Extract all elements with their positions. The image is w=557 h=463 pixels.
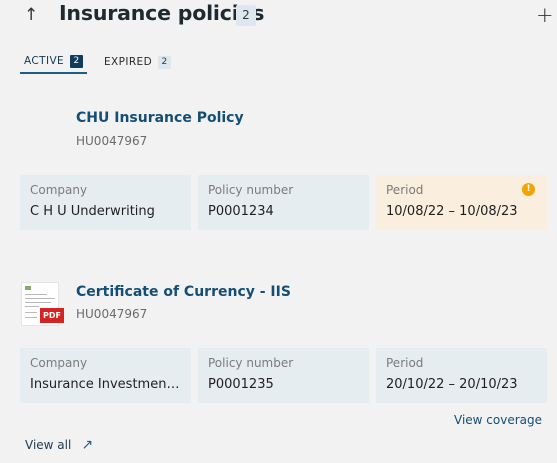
pdf-icon: PDF: [40, 308, 64, 323]
section-header: ↑ Insurance policies 2 +: [0, 0, 557, 32]
tab-expired-count: 2: [158, 55, 172, 69]
view-all-link[interactable]: View all ↗: [25, 437, 93, 453]
policy-number-field: Policy number P0001234: [198, 175, 369, 230]
policy-title-link[interactable]: CHU Insurance Policy: [76, 110, 244, 126]
policy-count-badge: 2: [236, 5, 256, 26]
company-field: Company C H U Underwriting: [20, 175, 191, 230]
period-field: Period 20/10/22 – 20/10/23: [376, 348, 547, 403]
policy-number-label: Policy number: [208, 183, 294, 197]
company-field: Company Insurance Investment Solutions: [20, 348, 191, 403]
pdf-document-thumbnail[interactable]: PDF: [21, 282, 64, 326]
document-logo-icon: [25, 286, 31, 290]
section-title: Insurance policies: [59, 1, 265, 25]
period-label: Period: [386, 183, 424, 197]
policy-title-link[interactable]: Certificate of Currency - IIS: [76, 284, 291, 300]
view-all-label: View all: [25, 438, 72, 452]
tab-active[interactable]: ACTIVE 2: [20, 50, 87, 74]
period-field: Period 10/08/22 – 10/08/23 !: [376, 175, 547, 230]
tab-expired[interactable]: EXPIRED 2: [104, 50, 174, 74]
policy-number-value: P0001235: [208, 377, 274, 392]
company-label: Company: [30, 183, 88, 197]
policy-code: HU0047967: [76, 134, 148, 148]
period-label: Period: [386, 356, 424, 370]
tab-expired-label: EXPIRED: [104, 56, 153, 68]
plus-icon[interactable]: +: [536, 2, 554, 28]
company-value: Insurance Investment Solutions: [30, 377, 181, 392]
view-coverage-link[interactable]: View coverage: [454, 413, 542, 427]
policy-code: HU0047967: [76, 307, 148, 321]
policy-number-field: Policy number P0001235: [198, 348, 369, 403]
tab-active-count: 2: [70, 54, 84, 68]
company-label: Company: [30, 356, 88, 370]
arrow-up-icon[interactable]: ↑: [24, 4, 44, 26]
policy-number-value: P0001234: [208, 204, 274, 219]
company-value: C H U Underwriting: [30, 204, 155, 219]
warning-icon[interactable]: !: [522, 183, 535, 196]
period-value: 20/10/22 – 20/10/23: [386, 377, 518, 392]
tab-active-label: ACTIVE: [24, 55, 65, 67]
arrow-up-right-icon: ↗: [81, 437, 94, 453]
policy-number-label: Policy number: [208, 356, 294, 370]
period-value: 10/08/22 – 10/08/23: [386, 204, 518, 219]
